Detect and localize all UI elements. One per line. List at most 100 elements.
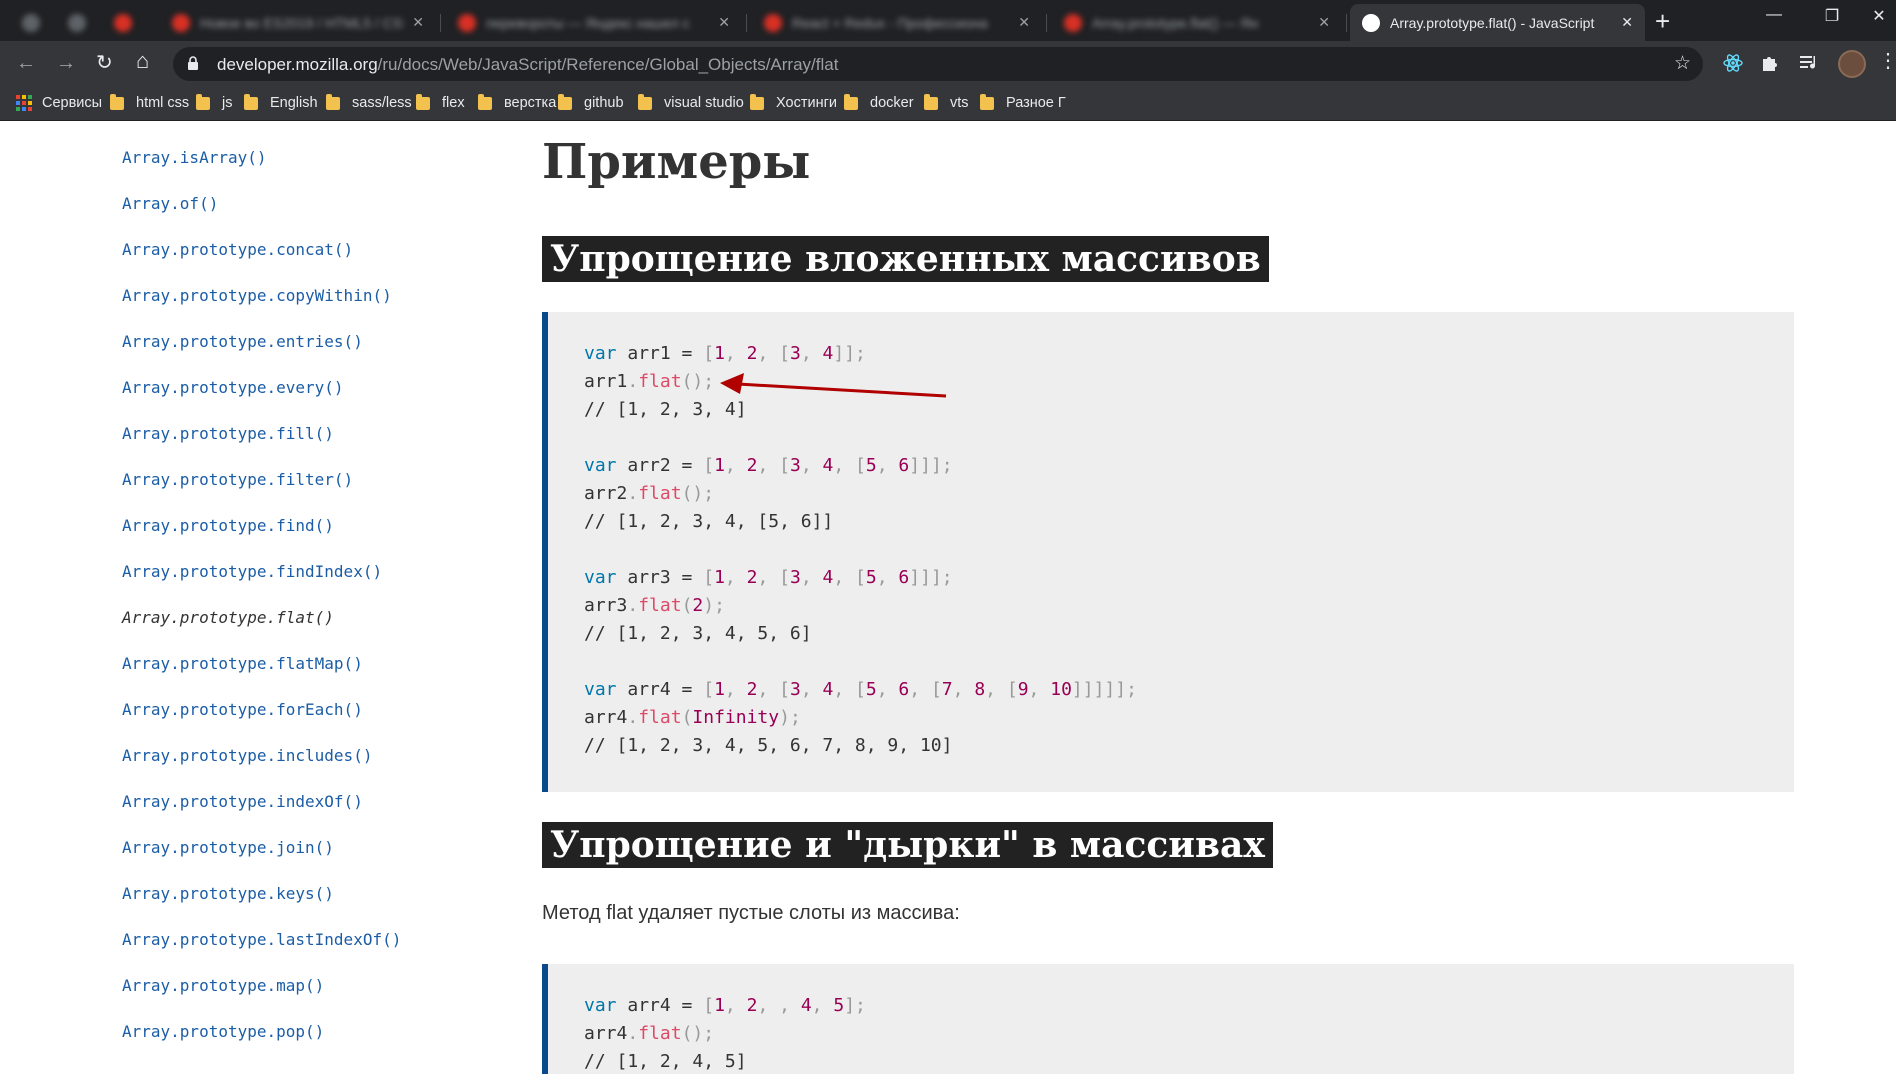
tab-favicon-icon	[458, 13, 476, 32]
sidebar-item[interactable]: Array.prototype.flatMap()	[122, 654, 401, 700]
sidebar-item-current[interactable]: Array.prototype.flat()	[122, 608, 401, 654]
reload-button[interactable]: ↻	[96, 53, 113, 73]
section-paragraph: Метод flat удаляет пустые слоты из масси…	[542, 902, 960, 924]
tab[interactable]: перевороты — Яндекс нашел с ✕	[446, 4, 742, 41]
bookmark-label: Хостинги	[776, 95, 837, 111]
react-devtools-icon[interactable]	[1722, 52, 1744, 74]
menu-kebab-icon[interactable]: ⋮	[1878, 51, 1896, 71]
tab[interactable]	[56, 4, 96, 41]
bookmark-item[interactable]: visual studio	[638, 93, 744, 111]
home-button[interactable]: ⌂	[136, 50, 149, 72]
sidebar-item[interactable]: Array.prototype.indexOf()	[122, 792, 401, 838]
bookmark-label: Сервисы	[42, 95, 103, 111]
address-bar[interactable]: developer.mozilla.org/ru/docs/Web/JavaSc…	[173, 47, 1703, 81]
bookmark-label: html css	[136, 95, 190, 111]
media-queue-icon[interactable]	[1800, 54, 1820, 72]
bookmarks-bar: Сервисы html css js English sass/less flex вер…	[0, 87, 1896, 121]
window-close-button[interactable]: ✕	[1864, 6, 1894, 26]
annotation-arrow-icon	[720, 373, 947, 398]
sidebar-item[interactable]: Array.prototype.every()	[122, 378, 401, 424]
folder-icon	[244, 93, 258, 110]
bookmark-item[interactable]: верстка	[478, 93, 557, 111]
bookmark-item[interactable]: sass/less	[326, 93, 412, 111]
folder-icon	[558, 93, 572, 110]
profile-avatar[interactable]	[1838, 50, 1866, 78]
tab[interactable]: Новое во ES2019 / HTML5 / CSS ✕	[160, 4, 436, 41]
section-heading-flatten-nested: Упрощение вложенных массивов	[542, 236, 1269, 282]
tab[interactable]	[102, 4, 142, 41]
tab-favicon-icon	[172, 13, 190, 32]
bookmark-item[interactable]: flex	[416, 93, 465, 111]
sidebar-item[interactable]: Array.prototype.copyWithin()	[122, 286, 401, 332]
bookmark-item[interactable]: docker	[844, 93, 914, 111]
tab-close-icon[interactable]: ✕	[412, 14, 424, 31]
code-block: var arr4 = [1, 2, , 4, 5]; arr4.flat(); …	[584, 995, 866, 1072]
bookmark-label: English	[270, 95, 318, 111]
sidebar-item[interactable]: Array.prototype.includes()	[122, 746, 401, 792]
sidebar-item[interactable]: Array.prototype.concat()	[122, 240, 401, 286]
sidebar-item[interactable]: Array.prototype.map()	[122, 976, 401, 1022]
sidebar-item[interactable]: Array.prototype.forEach()	[122, 700, 401, 746]
folder-icon	[416, 93, 430, 110]
tab-separator	[440, 14, 441, 32]
bookmark-item[interactable]: Хостинги	[750, 93, 837, 111]
url-text[interactable]: developer.mozilla.org/ru/docs/Web/JavaSc…	[217, 55, 838, 75]
tab[interactable]: Array.prototype.flat() — Ян ✕	[1052, 4, 1342, 41]
tab-title: Array.prototype.flat() — Ян	[1092, 14, 1259, 31]
sidebar-item[interactable]: Array.prototype.join()	[122, 838, 401, 884]
bookmark-item[interactable]: js	[196, 93, 232, 111]
bookmark-item[interactable]: Сервисы	[16, 95, 102, 111]
bookmark-item[interactable]: Разное Г	[980, 93, 1066, 111]
tab-title: перевороты — Яндекс нашел с	[486, 14, 690, 31]
tab-favicon-icon	[1064, 13, 1082, 32]
tab-active[interactable]: Array.prototype.flat() - JavaScript ✕	[1350, 4, 1645, 41]
folder-icon	[638, 93, 652, 110]
extensions-puzzle-icon[interactable]	[1760, 53, 1780, 73]
tab[interactable]: React + Redux - Профессиона ✕	[752, 4, 1042, 41]
sidebar-item[interactable]: Array.prototype.find()	[122, 516, 401, 562]
bookmark-label: Разное Г	[1006, 95, 1066, 111]
sidebar-item[interactable]: Array.prototype.pop()	[122, 1022, 401, 1068]
page-heading: Примеры	[542, 134, 811, 190]
tab-title: Array.prototype.flat() - JavaScript	[1390, 14, 1595, 31]
bookmark-label: github	[584, 95, 624, 111]
sidebar-item[interactable]: Array.prototype.findIndex()	[122, 562, 401, 608]
tab[interactable]	[10, 4, 50, 41]
tab-close-icon[interactable]: ✕	[718, 14, 730, 31]
bookmark-item[interactable]: html css	[110, 93, 190, 111]
bookmark-item[interactable]: vts	[924, 93, 969, 111]
restore-button[interactable]: ❐	[1812, 6, 1852, 26]
bookmark-item[interactable]: English	[244, 93, 318, 111]
tab-separator	[1346, 14, 1347, 32]
minimize-button[interactable]: —	[1754, 6, 1794, 24]
tab-close-icon[interactable]: ✕	[1621, 14, 1633, 31]
tab-favicon-icon	[764, 13, 782, 32]
tab-favicon-icon	[68, 13, 86, 32]
sidebar-item[interactable]: Array.prototype.keys()	[122, 884, 401, 930]
tab-close-icon[interactable]: ✕	[1318, 14, 1330, 31]
bookmark-label: visual studio	[664, 95, 744, 111]
forward-button[interactable]: →	[56, 53, 76, 73]
lock-icon[interactable]	[187, 56, 199, 70]
sidebar-item[interactable]: Array.prototype.fill()	[122, 424, 401, 470]
folder-icon	[110, 93, 124, 110]
new-tab-button[interactable]: +	[1655, 8, 1670, 34]
url-path: /ru/docs/Web/JavaScript/Reference/Global…	[377, 55, 839, 74]
folder-icon	[478, 93, 492, 110]
sidebar-item[interactable]: Array.prototype.lastIndexOf()	[122, 930, 401, 976]
bookmark-label: верстка	[504, 95, 557, 111]
tab-close-icon[interactable]: ✕	[1018, 14, 1030, 31]
bookmark-star-icon[interactable]: ☆	[1674, 52, 1691, 75]
sidebar-item[interactable]: Array.isArray()	[122, 148, 401, 194]
tab-title: Новое во ES2019 / HTML5 / CSS	[200, 14, 405, 31]
sidebar-item[interactable]: Array.prototype.entries()	[122, 332, 401, 378]
back-button[interactable]: ←	[16, 53, 36, 73]
folder-icon	[924, 93, 938, 110]
url-host: developer.mozilla.org	[217, 55, 378, 74]
bookmark-label: sass/less	[352, 95, 412, 111]
bookmark-item[interactable]: github	[558, 93, 624, 111]
sidebar-item[interactable]: Array.prototype.filter()	[122, 470, 401, 516]
sidebar-item[interactable]: Array.of()	[122, 194, 401, 240]
apps-grid-icon	[16, 95, 32, 111]
tab-separator	[746, 14, 747, 32]
